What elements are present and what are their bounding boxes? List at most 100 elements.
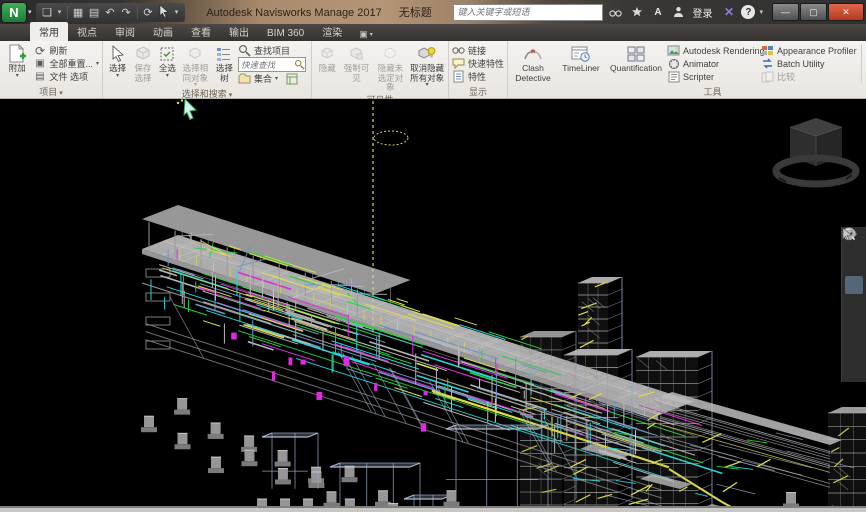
- communication-center-icon[interactable]: [628, 4, 645, 20]
- navisworks-window: N ▾ ❏ ▾ ▦ ▤ ↶ ↷ ⟳ ▾ Autodesk Navisworks …: [0, 0, 866, 515]
- require-button[interactable]: 强制可见: [340, 42, 372, 93]
- select-same-button[interactable]: 选择相同对象: [179, 42, 212, 87]
- quick-properties-button[interactable]: 快速特性: [452, 57, 504, 70]
- viewport-canvas[interactable]: [0, 99, 866, 506]
- tab-home[interactable]: 常用: [30, 22, 68, 41]
- qat-separator: [67, 6, 68, 19]
- search-input[interactable]: [454, 7, 602, 17]
- selection-tree-icon: [216, 43, 232, 64]
- title-bar: N ▾ ❏ ▾ ▦ ▤ ↶ ↷ ⟳ ▾ Autodesk Navisworks …: [0, 0, 866, 24]
- select-all-button[interactable]: 全选: [156, 42, 180, 87]
- document-title-text: 无标题: [399, 7, 432, 19]
- append-button[interactable]: 附加: [2, 42, 32, 85]
- hide-button[interactable]: 隐藏: [314, 42, 340, 93]
- select-button[interactable]: 选择: [105, 42, 130, 87]
- quick-find-search-icon[interactable]: [294, 59, 305, 70]
- pan-tool[interactable]: [845, 254, 863, 272]
- tab-review[interactable]: 审阅: [106, 22, 144, 41]
- ribbon-display-toggle-icon[interactable]: ▣▾: [359, 29, 373, 41]
- save-selection-button[interactable]: 保存选择: [130, 42, 155, 87]
- panel-tools: Clash Detective TimeLiner Quantification: [508, 41, 866, 98]
- refresh-button[interactable]: ⟳: [141, 6, 156, 19]
- ribbon: 附加 ⟳ 刷新 ▣ 全部重置...▾ ▤ 文件 选项: [0, 41, 866, 99]
- clash-detective-icon: [523, 43, 543, 64]
- reset-all-button[interactable]: ▣ 全部重置...▾: [33, 57, 99, 70]
- clash-detective-button[interactable]: Clash Detective: [510, 42, 556, 85]
- tools-divider: [861, 44, 862, 83]
- unhide-all-button[interactable]: 取消隐藏所有对象: [408, 42, 446, 93]
- orbit-tool[interactable]: [845, 298, 863, 316]
- links-button[interactable]: 链接: [452, 44, 504, 57]
- compare-button[interactable]: 比较: [761, 70, 857, 83]
- selection-arrow-tool[interactable]: [845, 342, 863, 360]
- sets-manager-icon[interactable]: [285, 73, 298, 85]
- window-title: Autodesk Navisworks Manage 2017 无标题: [189, 4, 450, 20]
- tab-animation[interactable]: 动画: [144, 22, 182, 41]
- compare-icon: [761, 71, 774, 83]
- open-dropdown-icon[interactable]: ▾: [56, 8, 64, 16]
- properties-icon: [452, 70, 465, 83]
- panel-project: 附加 ⟳ 刷新 ▣ 全部重置...▾ ▤ 文件 选项: [0, 41, 103, 98]
- batch-utility-icon: [761, 58, 774, 69]
- tab-render[interactable]: 渲染: [313, 22, 351, 41]
- animator-button[interactable]: Animator: [667, 57, 759, 70]
- exchange-apps-icon[interactable]: ✕: [720, 4, 737, 20]
- sign-in-button[interactable]: 登录: [692, 5, 712, 20]
- animator-icon: [667, 58, 680, 70]
- scripter-icon: [667, 71, 680, 83]
- select-same-icon: [187, 43, 203, 64]
- minimize-button[interactable]: —: [772, 3, 799, 21]
- zoom-tool[interactable]: [845, 276, 863, 294]
- save-button[interactable]: ▦: [71, 6, 86, 19]
- timeliner-button[interactable]: TimeLiner: [556, 42, 606, 85]
- panel-display-label: 显示: [449, 86, 507, 98]
- tab-view[interactable]: 查看: [182, 22, 220, 41]
- tab-output[interactable]: 输出: [220, 22, 258, 41]
- quick-find-input[interactable]: [239, 60, 294, 70]
- maximize-button[interactable]: ▢: [800, 3, 827, 21]
- viewport-3d[interactable]: [0, 99, 866, 506]
- select-tool-button[interactable]: [157, 4, 172, 20]
- save-selection-icon: [135, 43, 151, 64]
- help-icon[interactable]: ?: [741, 5, 755, 19]
- properties-button[interactable]: 特性: [452, 70, 504, 83]
- appearance-profiler-button[interactable]: Appearance Profiler: [761, 44, 857, 57]
- sets-icon: [238, 73, 251, 84]
- undo-button[interactable]: ↶: [103, 6, 118, 19]
- select-cursor-icon: [111, 43, 125, 64]
- autodesk-rendering-icon: [667, 45, 680, 56]
- hide-unselected-button[interactable]: 隐藏未选定对象: [372, 42, 408, 93]
- tab-viewpoint[interactable]: 视点: [68, 22, 106, 41]
- search-binoculars-icon[interactable]: [607, 4, 624, 20]
- find-items-button[interactable]: 查找项目: [238, 44, 308, 57]
- redo-button[interactable]: ↷: [119, 6, 134, 19]
- file-options-button[interactable]: ▤ 文件 选项: [33, 70, 99, 83]
- require-icon: [348, 43, 364, 64]
- links-icon: [452, 46, 465, 55]
- autodesk-account-icon[interactable]: A: [649, 4, 666, 20]
- look-around-tool[interactable]: [845, 320, 863, 338]
- panel-select-search: 选择 保存选择 全选: [103, 41, 312, 98]
- application-menu-arrow-icon[interactable]: ▾: [28, 8, 32, 16]
- scripter-button[interactable]: Scripter: [667, 70, 759, 83]
- ribbon-tab-bar: 常用 视点 审阅 动画 查看 输出 BIM 360 渲染 ▣▾: [0, 24, 866, 41]
- quantification-button[interactable]: Quantification: [606, 42, 666, 85]
- close-button[interactable]: ✕: [828, 3, 864, 21]
- qat-customize-icon[interactable]: ▾: [173, 8, 181, 16]
- panel-project-label[interactable]: 项目: [0, 86, 102, 98]
- panel-display: 链接 快速特性 特性 显示: [449, 41, 508, 98]
- file-options-icon: ▤: [33, 71, 46, 82]
- timeliner-icon: [571, 43, 591, 64]
- tab-bim360[interactable]: BIM 360: [258, 26, 313, 41]
- selection-tree-button[interactable]: 选择树: [212, 42, 237, 87]
- print-button[interactable]: ▤: [87, 6, 102, 19]
- sets-button[interactable]: 集合▾: [238, 72, 308, 85]
- application-menu-button[interactable]: N: [2, 3, 26, 22]
- append-icon: [8, 43, 26, 64]
- help-dropdown-icon[interactable]: ▾: [759, 8, 763, 16]
- batch-utility-button[interactable]: Batch Utility: [761, 57, 857, 70]
- view-cube[interactable]: [776, 111, 860, 189]
- refresh-model-button[interactable]: ⟳ 刷新: [33, 44, 99, 57]
- open-button[interactable]: ❏: [40, 6, 55, 19]
- autodesk-rendering-button[interactable]: Autodesk Rendering: [667, 44, 759, 57]
